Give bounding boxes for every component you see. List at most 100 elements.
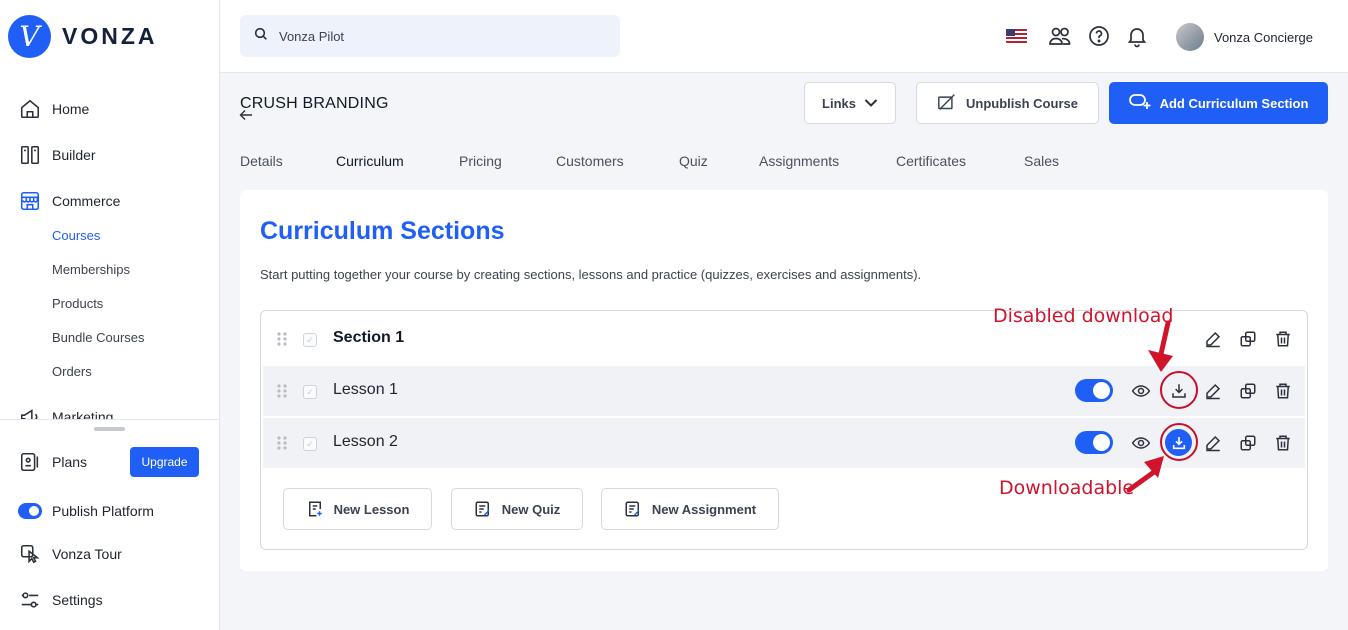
add-section-label: Add Curriculum Section <box>1159 95 1309 111</box>
sidebar-item-home[interactable]: Home <box>18 97 89 121</box>
new-quiz-label: New Quiz <box>501 501 561 517</box>
tab-quiz[interactable]: Quiz <box>679 153 708 169</box>
sidebar-item-marketing[interactable]: Marketing <box>18 405 113 420</box>
tab-assignments[interactable]: Assignments <box>759 153 839 169</box>
edit-icon[interactable] <box>1201 431 1225 455</box>
top-bar: Vonza Concierge <box>220 0 1348 73</box>
bell-icon[interactable] <box>1125 24 1149 48</box>
unpublish-label: Unpublish Course <box>966 95 1078 111</box>
drag-handle-icon[interactable] <box>277 436 287 450</box>
sidebar-item-label: Publish Platform <box>52 503 154 519</box>
us-flag-icon[interactable] <box>1006 29 1027 43</box>
logo-mark: V <box>8 15 51 58</box>
home-icon <box>18 97 42 121</box>
lesson-checkbox[interactable]: ✓ <box>303 385 317 399</box>
main-nav: Home Builder Commerce Courses Membership… <box>0 86 219 420</box>
tab-pricing[interactable]: Pricing <box>459 153 502 169</box>
tab-details[interactable]: Details <box>240 153 283 169</box>
sidebar-item-settings[interactable]: Settings <box>18 588 103 612</box>
trash-icon[interactable] <box>1271 327 1295 351</box>
sidebar-subitem-courses[interactable]: Courses <box>52 228 100 243</box>
back-arrow-icon[interactable] <box>239 108 253 126</box>
tab-curriculum[interactable]: Curriculum <box>336 153 404 169</box>
resize-handle[interactable] <box>94 427 125 431</box>
logo-text: VONZA <box>62 23 158 49</box>
store-icon <box>18 189 42 213</box>
megaphone-icon <box>18 405 42 420</box>
user-name: Vonza Concierge <box>1214 29 1314 45</box>
lesson-checkbox[interactable]: ✓ <box>303 437 317 451</box>
sidebar-item-label: Builder <box>52 147 96 163</box>
user-menu[interactable]: Vonza Concierge <box>1176 23 1313 51</box>
sidebar-item-label: Home <box>52 101 90 117</box>
sidebar-item-label: Plans <box>52 454 88 470</box>
sidebar-subitem-orders[interactable]: Orders <box>52 364 92 379</box>
users-icon[interactable] <box>1048 24 1072 48</box>
sidebar-item-publish-platform[interactable]: Publish Platform <box>18 499 154 523</box>
duplicate-icon[interactable] <box>1236 327 1260 351</box>
sidebar-subitem-products[interactable]: Products <box>52 296 103 311</box>
help-icon[interactable] <box>1087 24 1111 48</box>
arrow-down-annotation-icon <box>1148 320 1173 372</box>
links-label: Links <box>822 95 856 111</box>
section-label: Section 1 <box>333 329 405 346</box>
eye-icon[interactable] <box>1129 379 1153 403</box>
vonza-logo[interactable]: V VONZA <box>8 15 158 58</box>
lesson-label: Lesson 2 <box>333 433 398 450</box>
sidebar-bottom: Plans Upgrade Publish Platform Vonza Tou… <box>0 419 219 630</box>
new-quiz-icon <box>475 501 490 517</box>
arrow-up-annotation-icon <box>1126 456 1164 493</box>
lesson-publish-toggle[interactable] <box>1075 379 1113 402</box>
search-input[interactable] <box>279 28 599 44</box>
tab-customers[interactable]: Customers <box>556 153 624 169</box>
new-lesson-label: New Lesson <box>333 501 410 517</box>
new-lesson-icon <box>308 501 322 517</box>
unpublish-course-button[interactable]: Unpublish Course <box>916 82 1099 124</box>
new-assignment-button[interactable]: New Assignment <box>601 488 779 530</box>
add-section-icon <box>1128 93 1151 113</box>
drag-handle-icon[interactable] <box>277 332 287 346</box>
new-lesson-button[interactable]: New Lesson <box>283 488 432 530</box>
sidebar-item-builder[interactable]: Builder <box>18 143 96 167</box>
settings-sliders-icon <box>18 588 42 612</box>
sidebar-item-label: Vonza Tour <box>52 546 122 562</box>
add-curriculum-section-button[interactable]: Add Curriculum Section <box>1109 82 1328 124</box>
chevron-down-icon <box>864 96 878 111</box>
annotation-downloadable: Downloadable <box>999 477 1135 499</box>
lesson-label: Lesson 1 <box>333 381 398 398</box>
search-icon <box>253 26 269 47</box>
sidebar-item-commerce[interactable]: Commerce <box>18 189 120 213</box>
new-assignment-label: New Assignment <box>651 501 757 517</box>
duplicate-icon[interactable] <box>1236 431 1260 455</box>
upgrade-button[interactable]: Upgrade <box>130 447 199 477</box>
tab-sales[interactable]: Sales <box>1024 153 1059 169</box>
tour-pointer-icon <box>18 542 42 566</box>
avatar <box>1176 23 1204 51</box>
sidebar-item-vonza-tour[interactable]: Vonza Tour <box>18 542 122 566</box>
duplicate-icon[interactable] <box>1236 379 1260 403</box>
trash-icon[interactable] <box>1271 379 1295 403</box>
sidebar: V VONZA Home Builder Commerce Courses Me… <box>0 0 220 630</box>
new-assignment-icon <box>625 501 640 517</box>
drag-handle-icon[interactable] <box>277 384 287 398</box>
lesson-publish-toggle[interactable] <box>1075 431 1113 454</box>
search-box[interactable] <box>240 15 620 57</box>
sidebar-item-label: Settings <box>52 592 103 608</box>
sidebar-subitem-bundle-courses[interactable]: Bundle Courses <box>52 330 145 345</box>
sidebar-item-plans[interactable]: Plans <box>18 450 87 474</box>
sidebar-subitem-memberships[interactable]: Memberships <box>52 262 130 277</box>
builder-icon <box>18 143 42 167</box>
trash-icon[interactable] <box>1271 431 1295 455</box>
new-quiz-button[interactable]: New Quiz <box>451 488 583 530</box>
curriculum-description: Start putting together your course by cr… <box>260 267 922 282</box>
section-checkbox[interactable]: ✓ <box>303 333 317 347</box>
tab-certificates[interactable]: Certificates <box>896 153 966 169</box>
edit-icon[interactable] <box>1201 379 1225 403</box>
curriculum-heading: Curriculum Sections <box>260 217 505 245</box>
plans-icon <box>18 450 42 474</box>
edit-icon[interactable] <box>1201 327 1225 351</box>
publish-toggle[interactable] <box>18 499 42 523</box>
links-dropdown[interactable]: Links <box>804 82 896 124</box>
course-title: CRUSH BRANDING <box>240 95 389 112</box>
unpublish-icon <box>937 93 957 114</box>
